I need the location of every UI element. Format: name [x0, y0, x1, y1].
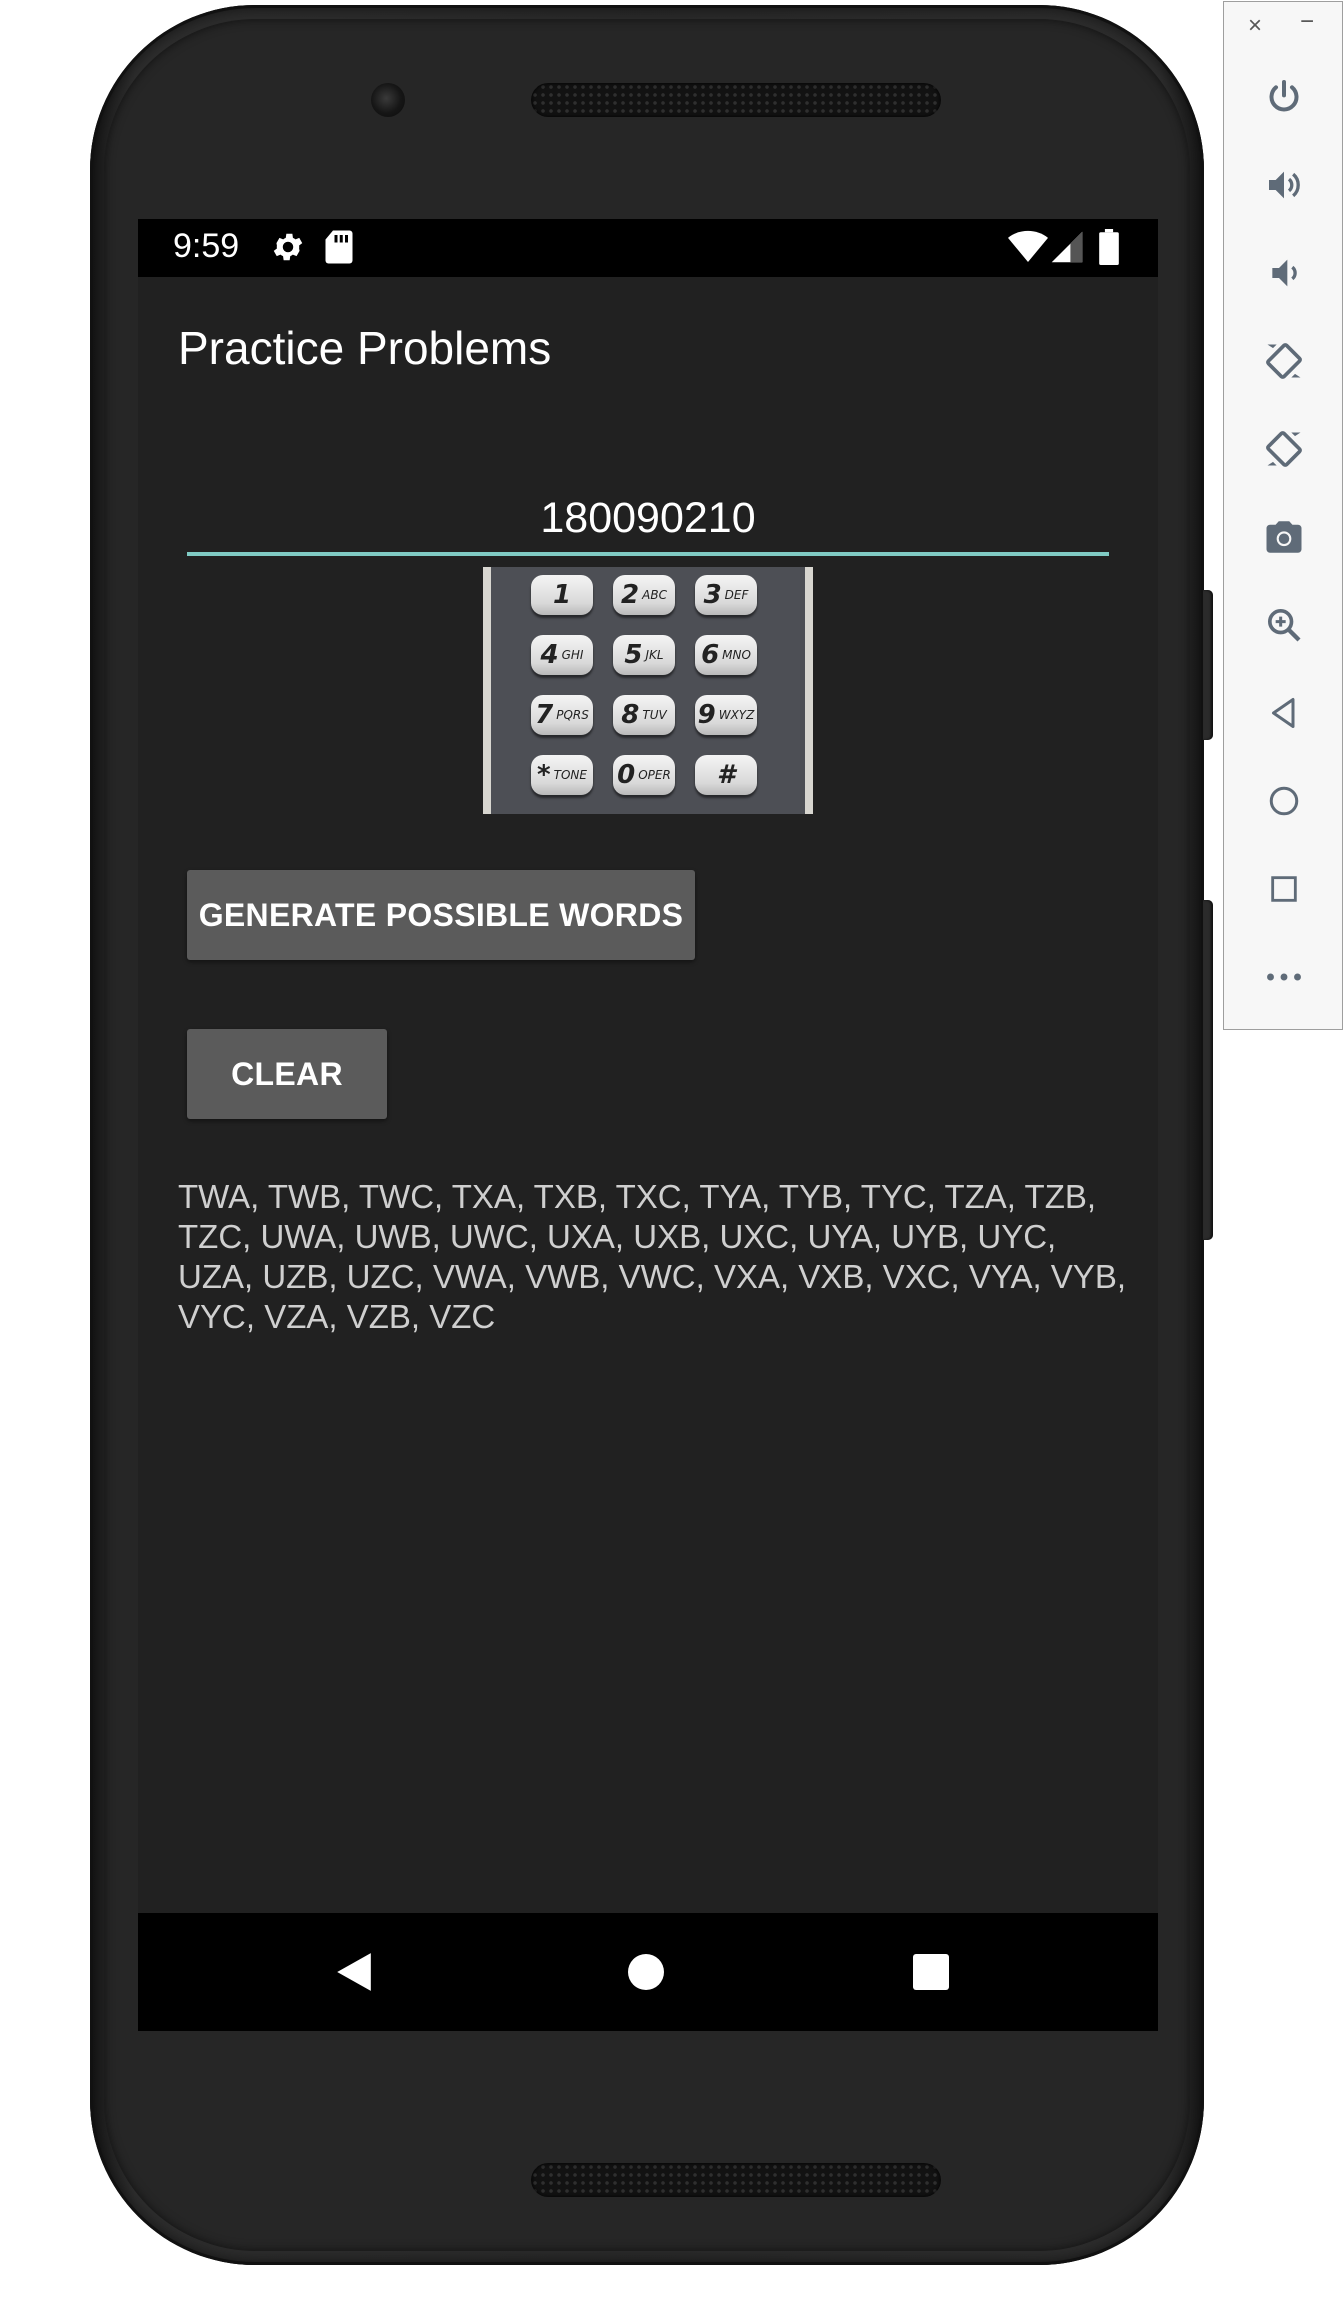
keypad-key: * TONE	[531, 755, 593, 795]
app-title: Practice Problems	[178, 322, 552, 374]
keypad-key-digit: *	[537, 760, 551, 790]
toolbar-window-controls: × −	[1224, 2, 1342, 56]
keypad-key: 5 JKL	[613, 635, 675, 675]
emulator-toolbar: × −	[1223, 1, 1343, 1030]
back-icon[interactable]	[333, 1951, 375, 1998]
keypad-key-letters: DEF	[724, 588, 749, 602]
status-time: 9:59	[173, 227, 240, 265]
keypad-key: 4 GHI	[531, 635, 593, 675]
keypad-key: 9 WXYZ	[695, 695, 757, 735]
volume-side-button	[1203, 900, 1213, 1240]
wifi-icon	[1008, 229, 1048, 265]
front-camera	[371, 83, 405, 117]
phone-number-input[interactable]	[187, 484, 1109, 556]
keypad-key: 0 OPER	[613, 755, 675, 795]
clear-button[interactable]: CLEAR	[187, 1029, 387, 1119]
volume-up-icon[interactable]	[1254, 155, 1314, 215]
keypad-key-digit: 2	[621, 580, 640, 610]
image-left-edge	[483, 567, 491, 814]
keypad-key-digit: 5	[624, 640, 643, 670]
bottom-speaker	[531, 2163, 941, 2197]
battery-icon	[1098, 229, 1120, 265]
recents-icon[interactable]	[911, 1951, 951, 1998]
keypad-key-letters: TUV	[642, 708, 667, 722]
keypad-key: 1	[531, 575, 593, 615]
keypad-key-letters: MNO	[722, 648, 751, 662]
keypad-key-digit: 3	[703, 580, 722, 610]
power-icon[interactable]	[1254, 67, 1314, 127]
camera-icon[interactable]	[1254, 507, 1314, 567]
keypad-key-digit: 7	[535, 700, 554, 730]
more-icon[interactable]	[1254, 947, 1314, 1007]
image-right-edge	[805, 567, 813, 814]
keypad-key-digit: 1	[552, 580, 572, 610]
keypad-key-letters: PQRS	[556, 708, 589, 722]
results-text: TWA, TWB, TWC, TXA, TXB, TXC, TYA, TYB, …	[178, 1178, 1126, 1335]
keypad-key: 7 PQRS	[531, 695, 593, 735]
keypad-key: 2 ABC	[613, 575, 675, 615]
keypad-key-digit: 4	[540, 640, 559, 670]
minimize-icon[interactable]: −	[1300, 8, 1314, 36]
back-icon[interactable]	[1254, 683, 1314, 743]
navigation-bar	[138, 1913, 1158, 2031]
phone-screen: 9:59 Practice Problems 1 2ABC 3DEF 4GHI 5JKL…	[138, 219, 1158, 2031]
close-icon[interactable]: ×	[1248, 12, 1262, 40]
keypad-key-letters: WXYZ	[718, 708, 755, 722]
keypad-key-digit: #	[716, 760, 736, 790]
keypad-image: 1 2 ABC 3 DEF 4 GHI 5 JKL 6 MNO 7 PQRS 8 TUV 9 WXYZ * TONE…	[483, 567, 813, 814]
rotate-right-icon[interactable]	[1254, 419, 1314, 479]
keypad-key-letters: TONE	[553, 768, 587, 782]
keypad-key-letters: GHI	[561, 648, 584, 662]
power-side-button	[1203, 590, 1213, 740]
keypad-key-digit: 9	[697, 700, 716, 730]
keypad-key-digit: 6	[701, 640, 720, 670]
volume-down-icon[interactable]	[1254, 243, 1314, 303]
sd-card-icon	[324, 229, 354, 265]
earpiece-speaker	[531, 83, 941, 117]
status-bar: 9:59	[138, 219, 1158, 277]
keypad-key: 6 MNO	[695, 635, 757, 675]
settings-icon	[270, 229, 306, 265]
generate-words-button[interactable]: GENERATE POSSIBLE WORDS	[187, 870, 695, 960]
keypad-key-letters: ABC	[642, 588, 667, 602]
signal-icon	[1050, 229, 1084, 265]
overview-icon[interactable]	[1254, 859, 1314, 919]
keypad-key: 8 TUV	[613, 695, 675, 735]
zoom-icon[interactable]	[1254, 595, 1314, 655]
home-icon[interactable]	[626, 1951, 666, 1998]
keypad-key: 3 DEF	[695, 575, 757, 615]
home-icon[interactable]	[1254, 771, 1314, 831]
keypad-key: #	[695, 755, 757, 795]
rotate-left-icon[interactable]	[1254, 331, 1314, 391]
keypad-key-letters: JKL	[645, 648, 664, 662]
keypad-key-digit: 8	[621, 700, 640, 730]
keypad-key-letters: OPER	[638, 768, 671, 782]
keypad-key-digit: 0	[617, 760, 636, 790]
